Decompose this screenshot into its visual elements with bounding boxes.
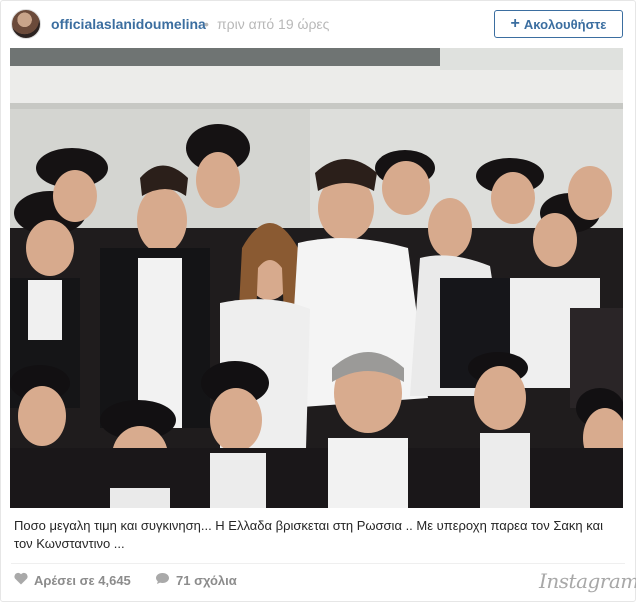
follow-button-label: Ακολουθήστε	[523, 16, 607, 32]
likes-count[interactable]: Αρέσει σε 4,645	[14, 572, 131, 588]
post-header: officialaslanidoumelina • πριν από 19 ώρ…	[1, 1, 636, 47]
plus-icon: +	[510, 15, 520, 32]
speech-bubble-icon	[155, 572, 170, 588]
group-photo-image	[10, 48, 623, 508]
post-caption: Ποσο μεγαλη τιμη και συγκινηση... Η Ελλα…	[14, 518, 604, 551]
likes-label: Αρέσει σε 4,645	[34, 572, 131, 588]
post-timestamp[interactable]: πριν από 19 ώρες	[217, 16, 329, 32]
footer-divider	[11, 563, 625, 564]
post-photo[interactable]	[10, 48, 623, 508]
instagram-post-card: officialaslanidoumelina • πριν από 19 ώρ…	[0, 0, 636, 602]
username-link[interactable]: officialaslanidoumelina	[51, 16, 206, 32]
follow-button[interactable]: + Ακολουθήστε	[494, 10, 623, 38]
avatar[interactable]	[11, 9, 41, 39]
comments-count[interactable]: 71 σχόλια	[155, 572, 237, 588]
instagram-logo[interactable]: Instagram	[539, 569, 636, 593]
heart-icon	[14, 572, 28, 588]
comments-label: 71 σχόλια	[176, 572, 237, 588]
post-footer: Αρέσει σε 4,645 71 σχόλια Instagram	[1, 567, 636, 595]
separator-dot: •	[204, 16, 209, 32]
